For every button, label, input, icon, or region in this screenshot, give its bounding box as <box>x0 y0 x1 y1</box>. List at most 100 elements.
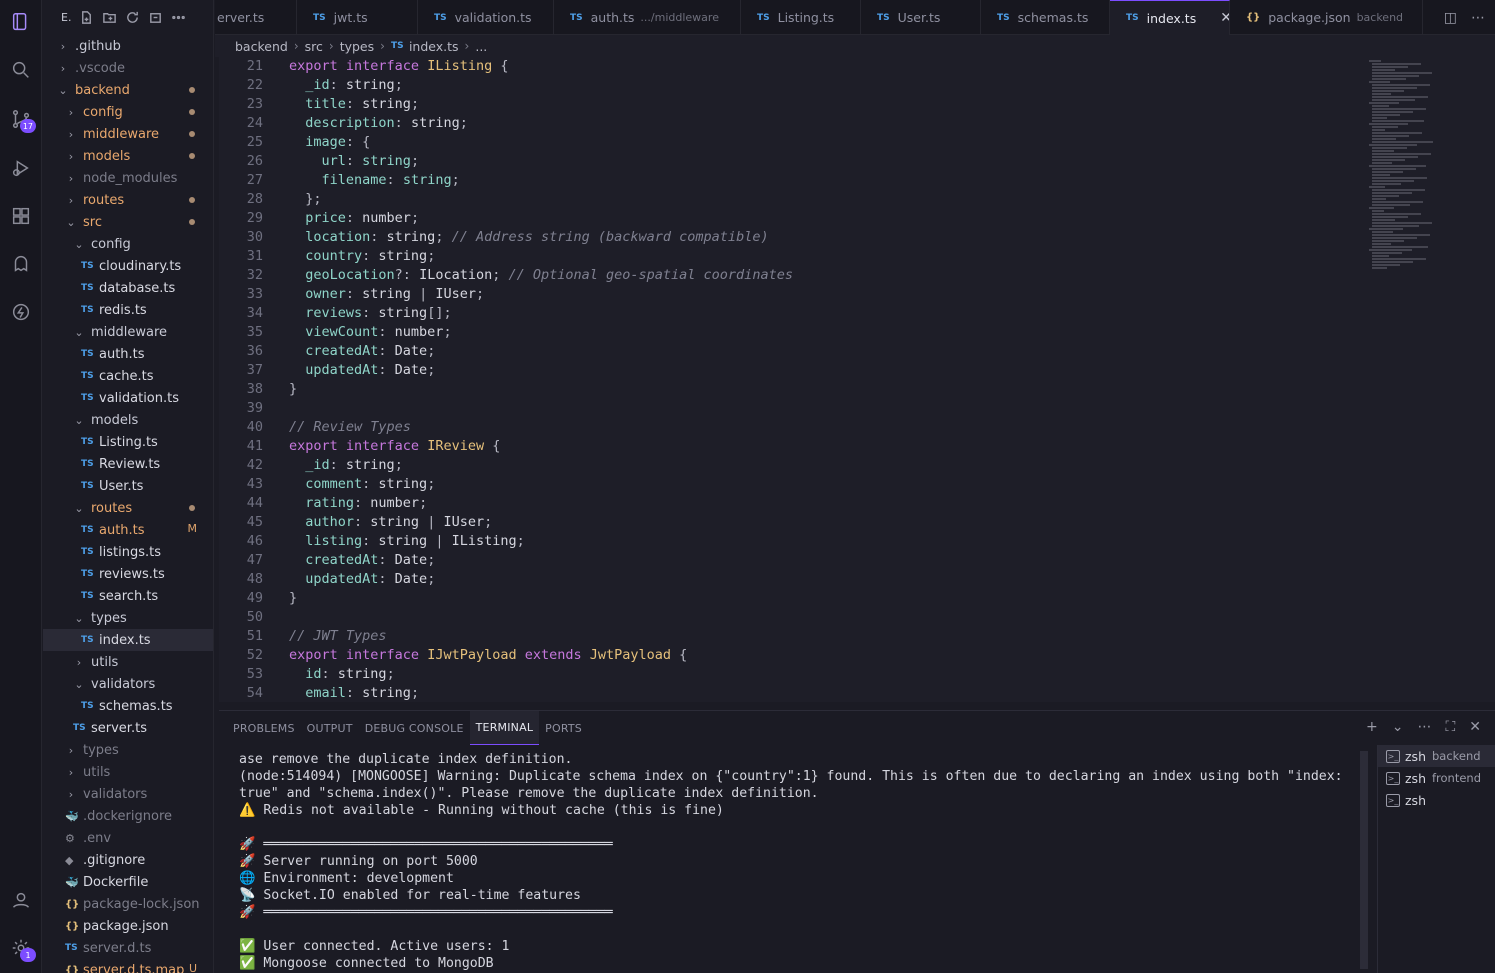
panel-tab[interactable]: TERMINAL <box>469 711 540 745</box>
folder-item[interactable]: ⌄ validators <box>43 673 213 695</box>
file-item[interactable]: TS validation.ts <box>43 387 213 409</box>
folder-item[interactable]: › validators <box>43 783 213 805</box>
folder-item[interactable]: ⌄ backend <box>43 79 213 101</box>
folder-item[interactable]: › types <box>43 739 213 761</box>
modified-dot-icon <box>189 153 195 159</box>
folder-item[interactable]: ⌄ routes <box>43 497 213 519</box>
terminal-line: ✅ Mongoose connected to MongoDB <box>239 956 494 971</box>
editor-tab[interactable]: TS index.ts ✕ <box>1110 0 1230 35</box>
panel-tab[interactable]: OUTPUT <box>301 711 359 745</box>
folder-item[interactable]: ⌄ middleware <box>43 321 213 343</box>
typescript-file-icon: TS <box>81 525 94 535</box>
file-item[interactable]: TS search.ts <box>43 585 213 607</box>
file-item[interactable]: TS server.d.ts <box>43 937 213 959</box>
new-folder-icon[interactable] <box>102 10 117 25</box>
folder-item[interactable]: › .vscode <box>43 57 213 79</box>
more-actions-icon[interactable] <box>171 10 186 25</box>
file-item[interactable]: TS Listing.ts <box>43 431 213 453</box>
new-terminal-icon[interactable]: + <box>1366 719 1378 735</box>
terminal-scrollbar[interactable] <box>1360 751 1368 969</box>
close-icon[interactable]: ✕ <box>1220 10 1229 26</box>
file-item[interactable]: TS schemas.ts <box>43 695 213 717</box>
folder-item[interactable]: › utils <box>43 761 213 783</box>
folder-item[interactable]: › routes <box>43 189 213 211</box>
panel-tab[interactable]: PROBLEMS <box>227 711 301 745</box>
code-token: string <box>378 248 428 264</box>
source-control-icon[interactable]: 17 <box>0 97 42 141</box>
maximize-panel-icon[interactable]: ⛶ <box>1445 719 1455 735</box>
remote-icon[interactable] <box>0 290 42 334</box>
folder-item[interactable]: ⌄ models <box>43 409 213 431</box>
terminal-instance[interactable]: >_ zsh <box>1378 789 1495 811</box>
editor-tab[interactable]: TS auth.ts .../middleware <box>554 0 741 35</box>
file-item[interactable]: {} package.json <box>43 915 213 937</box>
folder-item[interactable]: ⌄ config <box>43 233 213 255</box>
folder-item[interactable]: › models <box>43 145 213 167</box>
terminal-instance[interactable]: >_ zsh backend <box>1378 745 1495 767</box>
settings-gear-icon[interactable]: 1 <box>0 926 42 970</box>
more-actions-icon[interactable]: ⋯ <box>1417 719 1431 735</box>
file-item[interactable]: TS redis.ts <box>43 299 213 321</box>
folder-item[interactable]: › utils <box>43 651 213 673</box>
folder-item[interactable]: ⌄ src <box>43 211 213 233</box>
panel-tab[interactable]: PORTS <box>539 711 588 745</box>
breadcrumb-types[interactable]: types <box>340 39 374 54</box>
code-editor[interactable]: 21 export interface IListing {22 _id: str… <box>219 57 1495 702</box>
minimap-line <box>1372 189 1425 191</box>
file-item[interactable]: TS reviews.ts <box>43 563 213 585</box>
folder-item[interactable]: › middleware <box>43 123 213 145</box>
file-item[interactable]: TS database.ts <box>43 277 213 299</box>
editor-tab[interactable]: {} package.json backend <box>1230 0 1423 35</box>
chevron-down-icon[interactable]: ⌄ <box>1392 719 1404 735</box>
close-panel-icon[interactable]: ✕ <box>1469 719 1481 735</box>
more-actions-icon[interactable]: ⋯ <box>1471 10 1485 26</box>
account-icon[interactable] <box>0 878 42 922</box>
file-item[interactable]: TS Review.ts <box>43 453 213 475</box>
file-item[interactable]: TS cache.ts <box>43 365 213 387</box>
breadcrumb-src[interactable]: src <box>305 39 323 54</box>
file-item[interactable]: TS User.ts <box>43 475 213 497</box>
file-item[interactable]: {} package-lock.json <box>43 893 213 915</box>
file-item[interactable]: {} server.d.ts.map U <box>43 959 213 973</box>
panel-tab[interactable]: DEBUG CONSOLE <box>359 711 470 745</box>
collapse-all-icon[interactable] <box>148 10 163 25</box>
editor-tab[interactable]: erver.ts <box>215 0 297 35</box>
file-item[interactable]: TS cloudinary.ts <box>43 255 213 277</box>
editor-tab[interactable]: TS User.ts <box>861 0 981 35</box>
file-item[interactable]: TS listings.ts <box>43 541 213 563</box>
run-debug-icon[interactable] <box>0 146 42 190</box>
breadcrumb-symbol[interactable]: ... <box>475 39 487 54</box>
breadcrumb-backend[interactable]: backend <box>235 39 288 54</box>
minimap-line <box>1369 102 1399 104</box>
file-item[interactable]: ◆ .gitignore <box>43 849 213 871</box>
editor-tab[interactable]: TS schemas.ts <box>981 0 1110 35</box>
file-item[interactable]: TS index.ts <box>43 629 213 651</box>
search-icon[interactable] <box>0 48 42 92</box>
folder-item[interactable]: › node_modules <box>43 167 213 189</box>
terminal-instance[interactable]: >_ zsh frontend <box>1378 767 1495 789</box>
chevron-down-icon: ⌄ <box>74 325 84 339</box>
editor-tab[interactable]: TS validation.ts <box>418 0 554 35</box>
new-file-icon[interactable] <box>79 10 94 25</box>
folder-item[interactable]: › .github <box>43 35 213 57</box>
file-item[interactable]: TS auth.ts M <box>43 519 213 541</box>
file-item[interactable]: 🐳 Dockerfile <box>43 871 213 893</box>
file-item[interactable]: 🐳 .dockerignore <box>43 805 213 827</box>
minimap[interactable] <box>1369 57 1449 277</box>
file-item[interactable]: TS auth.ts <box>43 343 213 365</box>
editor-tab[interactable]: TS Listing.ts <box>741 0 861 35</box>
editor-tab[interactable]: TS jwt.ts <box>297 0 418 35</box>
code-token: export <box>289 647 346 663</box>
terminal-output[interactable]: ase remove the duplicate index definitio… <box>239 751 1359 973</box>
refresh-icon[interactable] <box>125 10 140 25</box>
breadcrumb-file[interactable]: index.ts <box>409 39 459 54</box>
copilot-icon[interactable] <box>0 242 42 286</box>
extensions-icon[interactable] <box>0 194 42 238</box>
split-editor-icon[interactable]: ◫ <box>1444 10 1457 26</box>
code-token: ; <box>443 324 452 340</box>
file-item[interactable]: ⚙ .env <box>43 827 213 849</box>
folder-item[interactable]: › config <box>43 101 213 123</box>
folder-item[interactable]: ⌄ types <box>43 607 213 629</box>
file-item[interactable]: TS server.ts <box>43 717 213 739</box>
explorer-icon[interactable] <box>0 0 42 44</box>
